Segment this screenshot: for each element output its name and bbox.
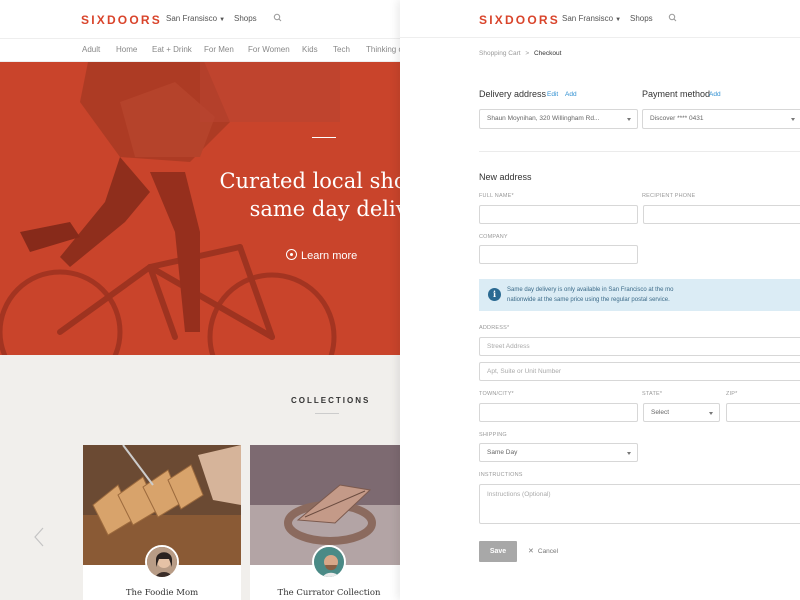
collection-card-title: The Foodie Mom <box>125 588 199 598</box>
recipient-phone-label: RECIPIENT PHONE <box>642 193 696 199</box>
collections-heading: COLLECTIONS <box>291 396 371 405</box>
hero-banner: Curated local shop same day delive Learn… <box>0 62 400 355</box>
search-icon[interactable] <box>271 11 285 25</box>
avatar <box>312 545 346 579</box>
breadcrumb-checkout: Checkout <box>533 50 562 57</box>
instructions-textarea[interactable]: Instructions (Optional) <box>479 484 800 524</box>
category-home[interactable]: Home <box>116 45 137 54</box>
same-day-notice: i Same day delivery is only available in… <box>479 279 800 311</box>
close-icon: ✕ <box>528 548 534 555</box>
hero-title: Curated local shop same day delive <box>219 169 400 221</box>
city-selector[interactable]: San Fransisco ▼ <box>562 14 621 23</box>
zip-label: ZIP* <box>726 391 738 397</box>
shipping-label: SHIPPING <box>479 432 507 438</box>
avatar <box>145 545 179 579</box>
learn-more-link[interactable]: Learn more <box>286 249 357 262</box>
caret-down-icon: ▼ <box>219 17 226 23</box>
notice-line-1: Same day delivery is only available in S… <box>507 287 674 293</box>
town-city-label: TOWN/CITY* <box>479 391 514 397</box>
collections-divider <box>315 413 339 414</box>
apt-suite-field[interactable]: Apt, Suite or Unit Number <box>479 362 800 381</box>
address-label: ADDRESS* <box>479 325 510 331</box>
company-field[interactable] <box>479 245 638 264</box>
nav-shops-link[interactable]: Shops <box>234 14 257 23</box>
city-selector-label: San Fransisco <box>562 14 614 23</box>
learn-more-label: Learn more <box>301 250 358 262</box>
company-label: COMPANY <box>479 234 508 240</box>
screenshot-root: SIXDOORS San Fransisco ▼ Shops Adult Home… <box>0 0 800 600</box>
breadcrumb: Shopping Cart > Checkout <box>479 50 561 57</box>
notice-text: Same day delivery is only available in S… <box>507 285 673 305</box>
play-circle-icon <box>286 249 297 260</box>
nav-shops-link[interactable]: Shops <box>630 14 653 23</box>
chevron-down-icon <box>627 118 631 121</box>
state-select[interactable]: Select <box>643 403 720 422</box>
zip-field[interactable] <box>726 403 800 422</box>
full-name-label: FULL NAME* <box>479 193 514 199</box>
top-nav: SIXDOORS San Fransisco ▼ Shops <box>0 0 400 38</box>
breadcrumb-shopping-cart[interactable]: Shopping Cart <box>479 50 521 57</box>
state-select-value: Select <box>651 409 670 416</box>
delivery-address-value: Shaun Moynihan, 320 Willingham Rd... <box>487 115 600 122</box>
full-name-field[interactable] <box>479 205 638 224</box>
delivery-address-title: Delivery address <box>479 89 547 99</box>
brand-logo[interactable]: SIXDOORS <box>81 13 162 27</box>
cancel-label: Cancel <box>537 548 559 555</box>
cancel-button[interactable]: ✕ Cancel <box>528 547 558 555</box>
brand-logo[interactable]: SIXDOORS <box>479 13 560 27</box>
chevron-down-icon <box>627 452 631 455</box>
instructions-placeholder: Instructions (Optional) <box>487 491 551 498</box>
category-bar: Adult Home Eat + Drink For Men For Women… <box>0 38 400 62</box>
payment-add-link[interactable]: Add <box>709 91 721 98</box>
chevron-down-icon <box>791 118 795 121</box>
category-kids[interactable]: Kids <box>302 45 318 54</box>
city-selector-label: San Fransisco <box>166 14 218 23</box>
notice-line-2: nationwide at the same price using the r… <box>507 297 670 303</box>
shipping-select[interactable]: Same Day <box>479 443 638 462</box>
collection-card-foodie[interactable]: The Foodie Mom <box>83 445 241 600</box>
collection-card-title: The Currator Collection <box>277 588 381 598</box>
info-icon: i <box>488 288 501 301</box>
top-nav: SIXDOORS San Fransisco ▼ Shops <box>400 0 800 38</box>
hero-divider <box>312 137 336 138</box>
chevron-left-icon[interactable] <box>34 527 44 547</box>
state-label: STATE* <box>642 391 663 397</box>
delivery-edit-link[interactable]: Edit <box>547 91 558 98</box>
search-icon[interactable] <box>666 11 680 25</box>
payment-method-value: Discover **** 0431 <box>650 115 704 122</box>
collection-card-curator[interactable]: The Currator Collection <box>250 445 400 600</box>
category-for-men[interactable]: For Men <box>204 45 234 54</box>
category-for-women[interactable]: For Women <box>248 45 290 54</box>
instructions-label: INSTRUCTIONS <box>479 472 523 478</box>
shipping-select-value: Same Day <box>487 449 518 456</box>
delivery-add-link[interactable]: Add <box>565 91 577 98</box>
payment-method-select[interactable]: Discover **** 0431 <box>642 109 800 129</box>
category-adult[interactable]: Adult <box>82 45 100 54</box>
breadcrumb-separator: > <box>525 50 530 57</box>
new-address-title: New address <box>479 172 532 182</box>
save-button[interactable]: Save <box>479 541 517 562</box>
category-tech[interactable]: Tech <box>333 45 350 54</box>
city-selector[interactable]: San Fransisco ▼ <box>166 14 225 23</box>
street-address-placeholder: Street Address <box>487 343 530 350</box>
town-city-field[interactable] <box>479 403 638 422</box>
checkout-panel: SIXDOORS San Fransisco ▼ Shops Shopping C… <box>400 0 800 600</box>
caret-down-icon: ▼ <box>615 17 622 23</box>
chevron-down-icon <box>709 412 713 415</box>
delivery-address-select[interactable]: Shaun Moynihan, 320 Willingham Rd... <box>479 109 638 129</box>
street-address-field[interactable]: Street Address <box>479 337 800 356</box>
category-eat-drink[interactable]: Eat + Drink <box>152 45 192 54</box>
apt-suite-placeholder: Apt, Suite or Unit Number <box>487 368 562 375</box>
category-thinking[interactable]: Thinking o <box>366 45 400 54</box>
store-home-panel: SIXDOORS San Fransisco ▼ Shops Adult Home… <box>0 0 400 600</box>
recipient-phone-field[interactable] <box>643 205 800 224</box>
section-divider <box>479 151 800 152</box>
payment-method-title: Payment method <box>642 89 711 99</box>
